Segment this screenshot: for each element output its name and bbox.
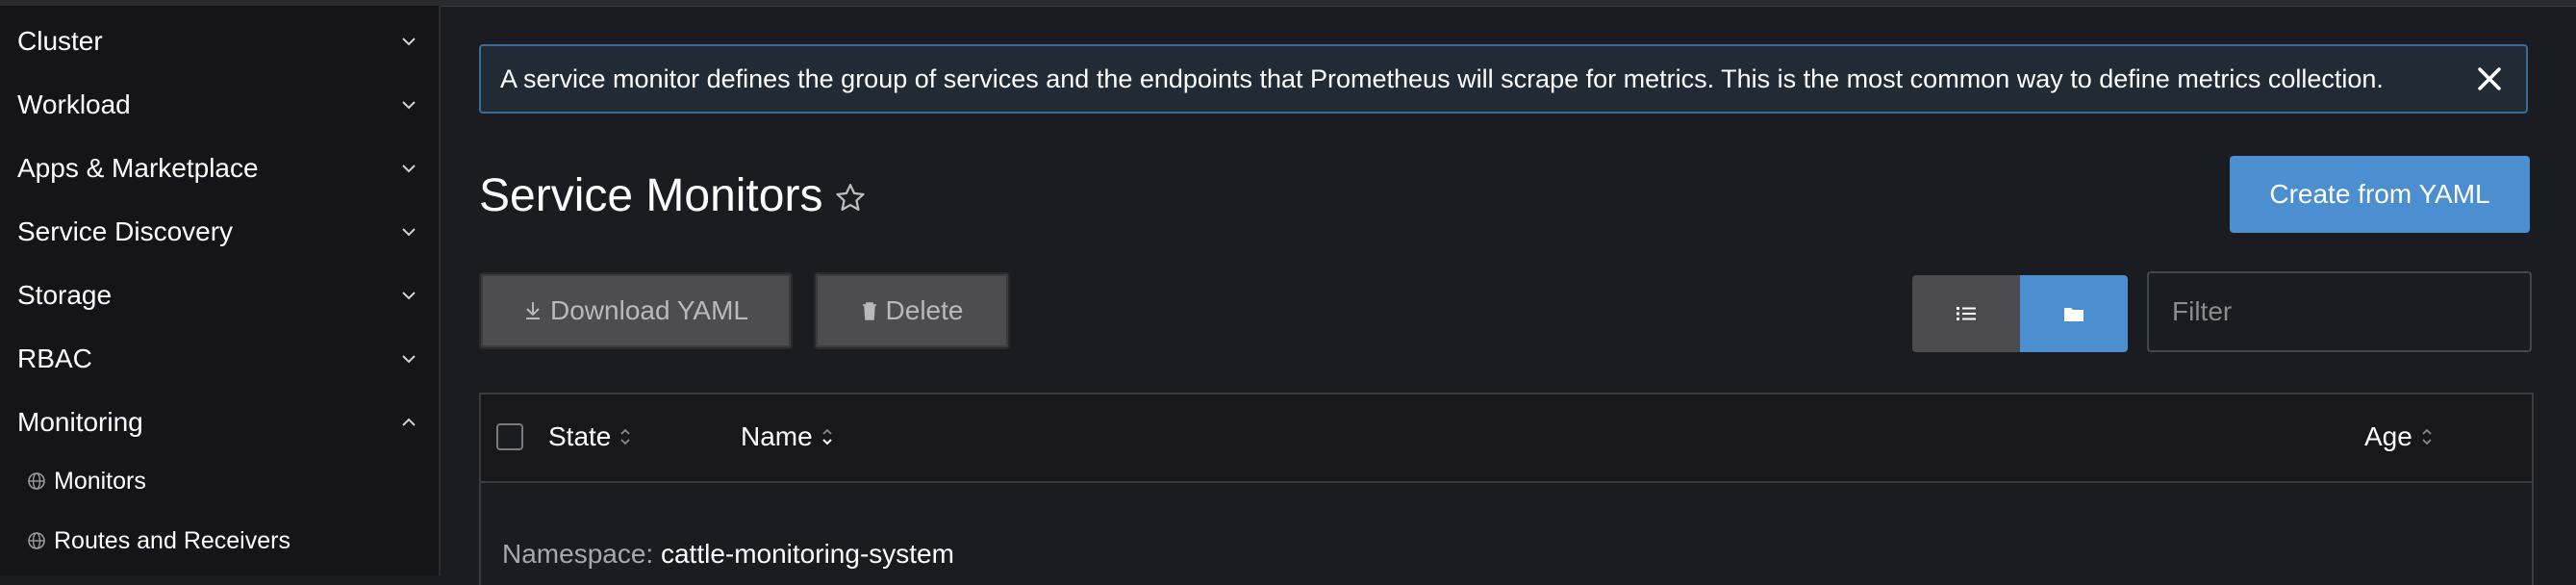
sidebar-group-apps-marketplace[interactable]: Apps & Marketplace xyxy=(17,144,421,192)
sidebar: Cluster Workload Apps & Marketplace Serv… xyxy=(0,6,441,575)
list-view-toggle[interactable] xyxy=(1912,275,2020,352)
sort-icon xyxy=(620,428,631,445)
filter-input[interactable] xyxy=(2147,271,2532,352)
column-header-age[interactable]: Age xyxy=(2364,421,2434,452)
sidebar-group-label: Service Discovery xyxy=(17,216,234,246)
sidebar-group-rbac[interactable]: RBAC xyxy=(17,335,421,383)
sort-icon xyxy=(2422,428,2432,445)
sidebar-item-monitors[interactable]: Monitors xyxy=(27,460,146,502)
table-header: State Name Age xyxy=(481,394,2532,483)
download-yaml-label: Download YAML xyxy=(550,295,748,325)
sidebar-group-label: Cluster xyxy=(17,26,103,56)
select-all-checkbox[interactable] xyxy=(496,423,523,450)
service-monitors-table: State Name Age Namespace: cattle-monitor… xyxy=(479,393,2534,585)
close-icon[interactable] xyxy=(2474,64,2505,94)
delete-button[interactable]: Delete xyxy=(814,272,1010,349)
main-content: A service monitor defines the group of s… xyxy=(441,6,2576,585)
column-header-name[interactable]: Name xyxy=(741,421,834,452)
info-banner: A service monitor defines the group of s… xyxy=(479,44,2528,114)
chevron-down-icon xyxy=(396,92,421,117)
create-from-yaml-button[interactable]: Create from YAML xyxy=(2230,156,2530,233)
sidebar-group-service-discovery[interactable]: Service Discovery xyxy=(17,208,421,256)
list-icon xyxy=(1957,307,1976,320)
chevron-down-icon xyxy=(396,346,421,371)
page-title: Service Monitors xyxy=(479,170,823,221)
namespace-value: cattle-monitoring-system xyxy=(660,539,954,569)
sidebar-group-monitoring[interactable]: Monitoring xyxy=(17,398,421,446)
sidebar-group-label: Apps & Marketplace xyxy=(17,153,259,183)
download-yaml-button[interactable]: Download YAML xyxy=(479,272,793,349)
delete-label: Delete xyxy=(885,295,964,325)
sidebar-group-label: RBAC xyxy=(17,343,92,373)
column-header-state[interactable]: State xyxy=(548,421,632,452)
globe-icon xyxy=(28,532,45,549)
sort-icon xyxy=(821,428,832,445)
globe-icon xyxy=(28,472,45,490)
group-by-namespace-toggle[interactable] xyxy=(2020,275,2128,352)
banner-text: A service monitor defines the group of s… xyxy=(500,64,2384,93)
sidebar-group-storage[interactable]: Storage xyxy=(17,271,421,319)
sidebar-group-label: Monitoring xyxy=(17,407,143,437)
sidebar-group-cluster[interactable]: Cluster xyxy=(17,17,421,65)
chevron-down-icon xyxy=(396,156,421,181)
sidebar-group-label: Workload xyxy=(17,89,131,119)
download-icon xyxy=(526,302,541,319)
namespace-label: Namespace: xyxy=(502,539,654,569)
chevron-down-icon xyxy=(396,219,421,244)
trash-icon xyxy=(862,302,876,320)
sidebar-item-label: Monitors xyxy=(54,467,146,495)
chevron-down-icon xyxy=(396,29,421,54)
sidebar-item-label: Routes and Receivers xyxy=(54,526,290,554)
chevron-up-icon xyxy=(396,410,421,435)
star-outline-icon[interactable] xyxy=(833,181,868,216)
chevron-down-icon xyxy=(396,283,421,308)
namespace-group-row: Namespace: cattle-monitoring-system xyxy=(502,539,954,570)
sidebar-group-workload[interactable]: Workload xyxy=(17,81,421,129)
sidebar-group-label: Storage xyxy=(17,280,113,310)
sidebar-item-routes-and-receivers[interactable]: Routes and Receivers xyxy=(27,520,290,562)
folder-icon xyxy=(2064,308,2084,321)
